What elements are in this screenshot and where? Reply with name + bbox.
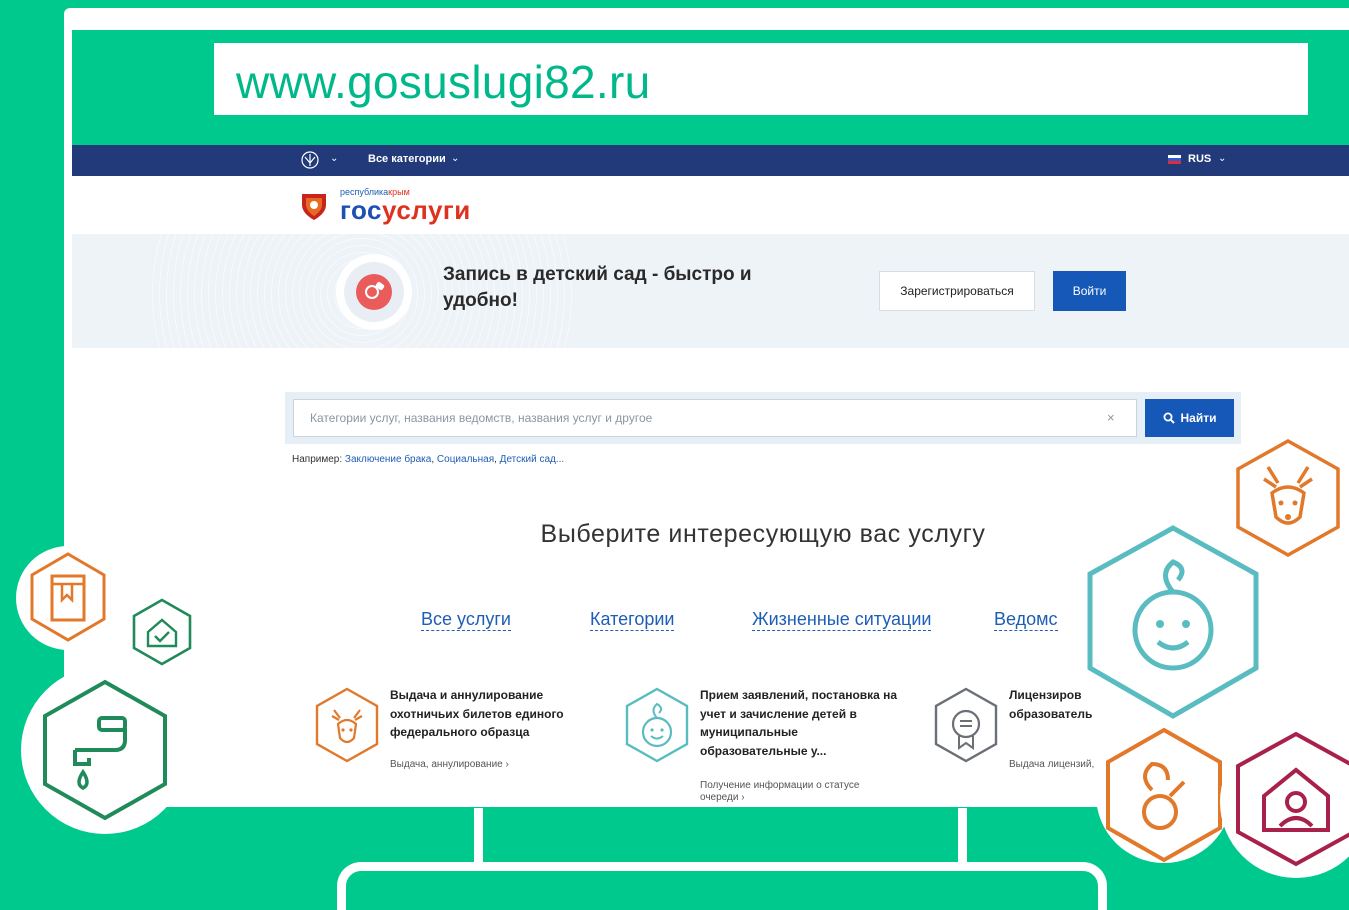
water-tap-icon [21, 666, 189, 834]
search-button-label: Найти [1180, 411, 1217, 425]
service-card-sublink[interactable]: Получение информации о статусе очереди › [700, 780, 880, 804]
monitor-stand-base [337, 862, 1107, 910]
all-categories-menu[interactable]: Все категории [368, 153, 446, 165]
tab-life-situations[interactable]: Жизненные ситуации [752, 608, 932, 631]
child-badge-icon [1081, 525, 1265, 719]
url-text: www.gosuslugi82.ru [236, 56, 651, 108]
chevron-down-icon[interactable]: ⌄ [330, 153, 338, 164]
house-person-badge-icon [1220, 726, 1349, 878]
example-link[interactable]: Заключение брака [345, 454, 431, 465]
top-nav-bar: ⌄ Все категории ⌄ RUS ⌄ [72, 145, 1349, 176]
search-input[interactable] [293, 399, 1137, 437]
chevron-down-icon[interactable]: ⌄ [1218, 153, 1226, 164]
tab-all-services[interactable]: Все услуги [421, 608, 511, 631]
search-examples: Например: Заключение брака, Социальная, … [292, 454, 565, 465]
emblem-icon[interactable] [300, 150, 320, 170]
register-button[interactable]: Зарегистрироваться [879, 271, 1035, 311]
service-card-sublink[interactable]: Выдача, аннулирование › [390, 759, 509, 770]
clear-icon[interactable]: × [1107, 410, 1115, 425]
tab-categories[interactable]: Категории [590, 608, 675, 631]
promo-banner: Запись в детский сад - быстро и удобно! … [72, 234, 1349, 348]
russian-flag-icon [1168, 155, 1181, 164]
example-link[interactable]: Детский сад... [500, 454, 565, 465]
search-panel: × Найти [285, 392, 1241, 444]
service-card-sublink[interactable]: Выдача лицензий, [1009, 759, 1094, 770]
child-icon [625, 687, 689, 763]
monitor-stand-leg [958, 808, 967, 864]
language-selector[interactable]: RUS [1188, 153, 1211, 165]
service-card-title[interactable]: Выдача и аннулирование охотничьих билето… [390, 686, 590, 742]
tab-departments[interactable]: Ведомс [994, 608, 1058, 631]
example-link[interactable]: Социальная [437, 454, 494, 465]
certificate-icon [934, 687, 998, 763]
login-button[interactable]: Войти [1053, 271, 1126, 311]
chevron-down-icon[interactable]: ⌄ [451, 153, 459, 164]
book-badge-icon [16, 546, 120, 650]
search-button[interactable]: Найти [1145, 399, 1234, 437]
pacifier-icon [356, 274, 392, 310]
pacifier-badge-icon [1096, 727, 1232, 863]
deer-icon [315, 687, 379, 763]
banner-title: Запись в детский сад - быстро и удобно! [443, 264, 752, 311]
pacifier-badge [336, 254, 412, 330]
search-icon [1163, 412, 1175, 424]
crimea-shield-icon [302, 194, 326, 220]
url-bar[interactable]: www.gosuslugi82.ru [214, 43, 1308, 115]
service-card-title[interactable]: Прием заявлений, постановка на учет и за… [700, 686, 900, 760]
monitor-stand-leg [474, 808, 483, 864]
logo-text: госуслуги [340, 195, 471, 225]
